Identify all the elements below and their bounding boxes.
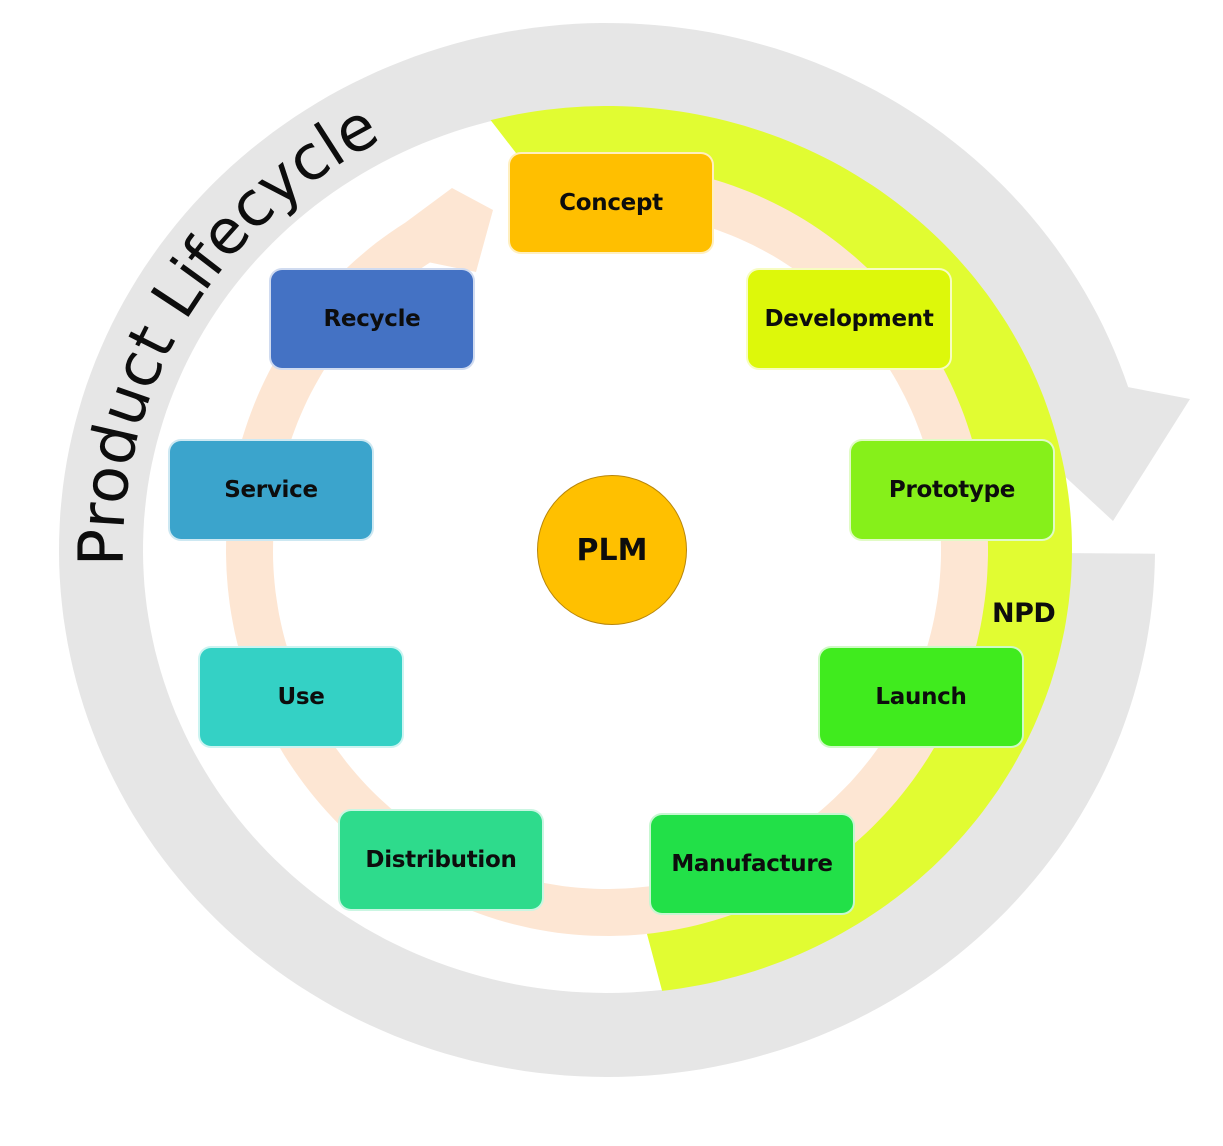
stage-service[interactable]: Service: [168, 439, 374, 541]
stage-recycle[interactable]: Recycle: [269, 268, 475, 370]
stage-concept[interactable]: Concept: [508, 152, 714, 254]
plm-center-label: PLM: [576, 532, 648, 568]
npd-label: NPD: [992, 598, 1056, 629]
stage-prototype[interactable]: Prototype: [849, 439, 1055, 541]
stage-service-label: Service: [224, 477, 318, 503]
stage-distribution[interactable]: Distribution: [338, 809, 544, 911]
stage-manufacture[interactable]: Manufacture: [649, 813, 855, 915]
stage-use-label: Use: [277, 684, 325, 710]
stage-launch-label: Launch: [875, 684, 967, 710]
plm-diagram: Product Lifecycle Concept Development Pr…: [0, 0, 1223, 1146]
plm-center-node[interactable]: PLM: [537, 475, 687, 625]
stage-use[interactable]: Use: [198, 646, 404, 748]
stage-prototype-label: Prototype: [888, 477, 1016, 503]
stage-concept-label: Concept: [559, 190, 663, 216]
stage-recycle-label: Recycle: [323, 306, 421, 332]
stage-development[interactable]: Development: [746, 268, 952, 370]
stage-development-label: Development: [764, 306, 934, 332]
stage-distribution-label: Distribution: [365, 847, 517, 873]
stage-manufacture-label: Manufacture: [671, 851, 833, 877]
stage-launch[interactable]: Launch: [818, 646, 1024, 748]
